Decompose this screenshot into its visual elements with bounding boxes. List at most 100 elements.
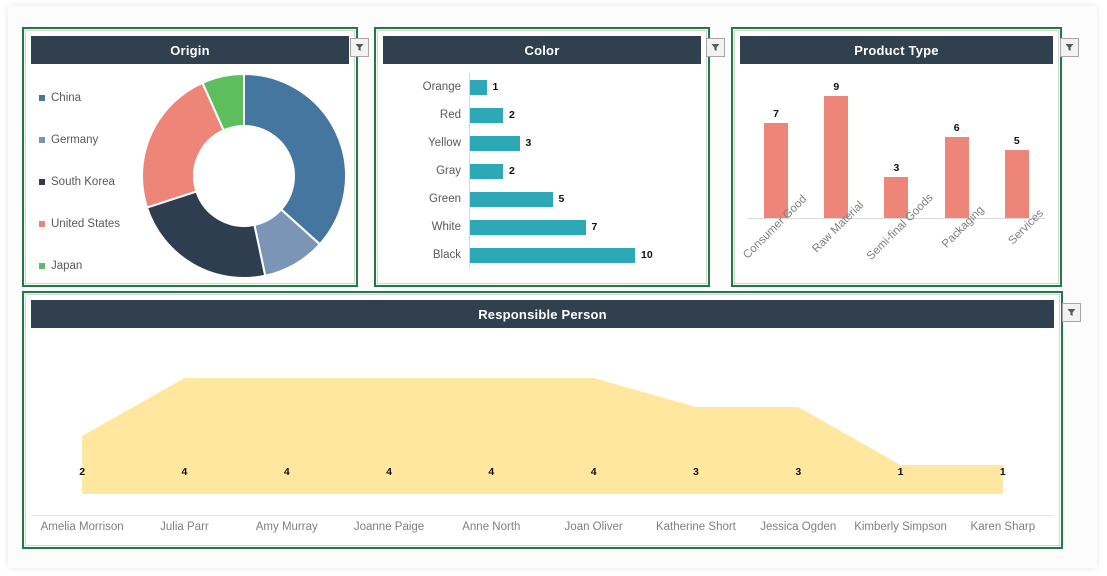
bar-value-label: 3 — [525, 137, 532, 149]
slicer-filter-button-color[interactable] — [706, 38, 725, 57]
category-axis-label: Katherine Short — [655, 521, 736, 533]
bar-row: Gray 2 — [383, 157, 701, 185]
panel-title-color: Color — [383, 36, 701, 64]
bar-category-label: Yellow — [428, 137, 461, 149]
chart-area-product-type: 7 9 3 6 5 Consumer Good Raw Material Semi-fina… — [740, 67, 1053, 278]
bar-value-label: 1 — [492, 81, 499, 93]
bar-column: 3 — [871, 71, 922, 218]
legend-label: Germany — [51, 134, 99, 146]
legend-label: United States — [51, 218, 121, 230]
chart-panel-product-type[interactable]: Product Type 7 9 3 6 5 Consumer Good Raw Mate… — [731, 27, 1062, 287]
bar-category-label: Black — [432, 249, 461, 261]
dashboard-canvas: Origin China Germany South Korea United … — [0, 0, 1107, 576]
bar-track: 5 — [469, 185, 701, 213]
panel-title-product-type: Product Type — [740, 36, 1053, 64]
legend-swatch-icon — [39, 137, 45, 143]
area-value-label: 4 — [590, 466, 597, 478]
panel-title-origin: Origin — [31, 36, 349, 64]
bar-fill — [470, 107, 503, 123]
bar-track: 2 — [469, 157, 701, 185]
category-axis-labels: Consumer Good Raw Material Semi-final Good… — [740, 192, 1053, 278]
bar-track: 7 — [469, 213, 701, 241]
bar-column: 6 — [931, 71, 982, 218]
category-label-cell: Consumer Good — [741, 193, 809, 278]
category-axis-label: Karen Sharp — [970, 521, 1036, 533]
legend-label: South Korea — [51, 176, 115, 188]
bar-value-label: 7 — [591, 221, 598, 233]
panel-title-color-text: Color — [524, 42, 560, 58]
area-value-label: 4 — [488, 466, 495, 478]
bar-fill — [944, 136, 969, 218]
filter-dropdown-icon — [711, 44, 720, 51]
bar-fill — [764, 123, 789, 218]
category-axis-label: Joanne Paige — [353, 521, 425, 533]
bar-category-label: White — [431, 221, 461, 233]
legend-item: Japan — [39, 245, 149, 278]
bar-value-label: 2 — [509, 109, 515, 121]
bar-chart-color: Orange 1 Red 2 Yellow 3 Gray 2 Green 5 White 7 Black… — [383, 73, 701, 269]
bar-column: 9 — [811, 71, 862, 218]
bar-row: Orange 1 — [383, 73, 701, 101]
legend-origin: China Germany South Korea United States … — [39, 77, 149, 278]
panel-title-responsible-person-text: Responsible Person — [478, 306, 607, 322]
bar-category-label: Orange — [422, 81, 461, 93]
donut-chart-origin — [141, 72, 347, 278]
legend-item: United States — [39, 203, 149, 245]
area-value-label: 1 — [999, 466, 1006, 478]
column-chart-product-type: 7 9 3 6 5 — [746, 71, 1047, 219]
area-value-label: 4 — [386, 466, 392, 478]
panel-title-product-type-text: Product Type — [854, 42, 939, 58]
legend-item: South Korea — [39, 161, 149, 203]
bar-track: 2 — [469, 101, 701, 129]
bar-value-label: 5 — [558, 193, 565, 205]
bar-column: 7 — [751, 71, 802, 218]
chart-area-responsible-person: Amelia Morrison Julia Parr Amy Murray Joann… — [31, 331, 1054, 540]
slicer-filter-button-origin[interactable] — [350, 38, 369, 57]
category-axis-labels: Amelia Morrison Julia Parr Amy Murray Joann… — [31, 515, 1054, 538]
filter-dropdown-icon — [355, 44, 364, 51]
bar-row: Black 10 — [383, 241, 701, 269]
filter-dropdown-icon — [1065, 44, 1074, 51]
bar-fill — [470, 247, 635, 263]
legend-swatch-icon — [39, 179, 45, 185]
chart-panel-color[interactable]: Color Orange 1 Red 2 Yellow 3 Gray 2 Green 5 White… — [374, 27, 710, 287]
slicer-filter-button-product-type[interactable] — [1060, 38, 1079, 57]
bar-category-label: Red — [439, 109, 461, 121]
bar-value-label: 2 — [509, 165, 515, 177]
category-label-cell: Packaging — [932, 204, 986, 278]
category-label-cell: Services — [995, 207, 1048, 278]
category-axis-label: Julia Parr — [160, 521, 209, 533]
legend-label: China — [51, 92, 82, 104]
bar-row: White 7 — [383, 213, 701, 241]
area-chart-responsible-person: Amelia Morrison Julia Parr Amy Murray Joann… — [31, 331, 1054, 540]
bar-value-label: 3 — [893, 162, 900, 175]
bar-value-label: 6 — [953, 121, 960, 134]
legend-label: Japan — [51, 260, 83, 272]
category-axis-label: Kimberly Simpson — [854, 521, 947, 533]
bar-fill — [470, 163, 503, 179]
legend-item: Germany — [39, 119, 149, 161]
legend-item: China — [39, 77, 149, 119]
bar-track: 3 — [469, 129, 701, 157]
chart-area-color: Orange 1 Red 2 Yellow 3 Gray 2 Green 5 White 7 Black… — [383, 67, 701, 278]
bar-row: Red 2 — [383, 101, 701, 129]
category-label-cell: Raw Material — [807, 199, 866, 278]
chart-panel-origin[interactable]: Origin China Germany South Korea United … — [22, 27, 358, 287]
legend-swatch-icon — [39, 95, 45, 101]
panel-title-origin-text: Origin — [170, 42, 210, 58]
legend-swatch-icon — [39, 263, 45, 269]
bar-row: Green 5 — [383, 185, 701, 213]
category-axis-label: Anne North — [462, 521, 521, 533]
donut-slice — [145, 190, 267, 278]
bar-fill — [1004, 150, 1029, 218]
bar-track: 10 — [469, 241, 701, 269]
chart-panel-responsible-person[interactable]: Responsible Person Amelia Morrison Julia … — [22, 291, 1063, 549]
category-axis-label: Amelia Morrison — [40, 521, 124, 533]
bar-category-label: Gray — [436, 165, 461, 177]
bar-category-label: Green — [429, 193, 461, 205]
bar-fill — [470, 135, 520, 151]
area-value-label: 1 — [897, 466, 904, 478]
area-value-label: 3 — [795, 466, 802, 478]
slicer-filter-button-responsible-person[interactable] — [1062, 303, 1081, 322]
area-value-label: 3 — [693, 466, 699, 478]
